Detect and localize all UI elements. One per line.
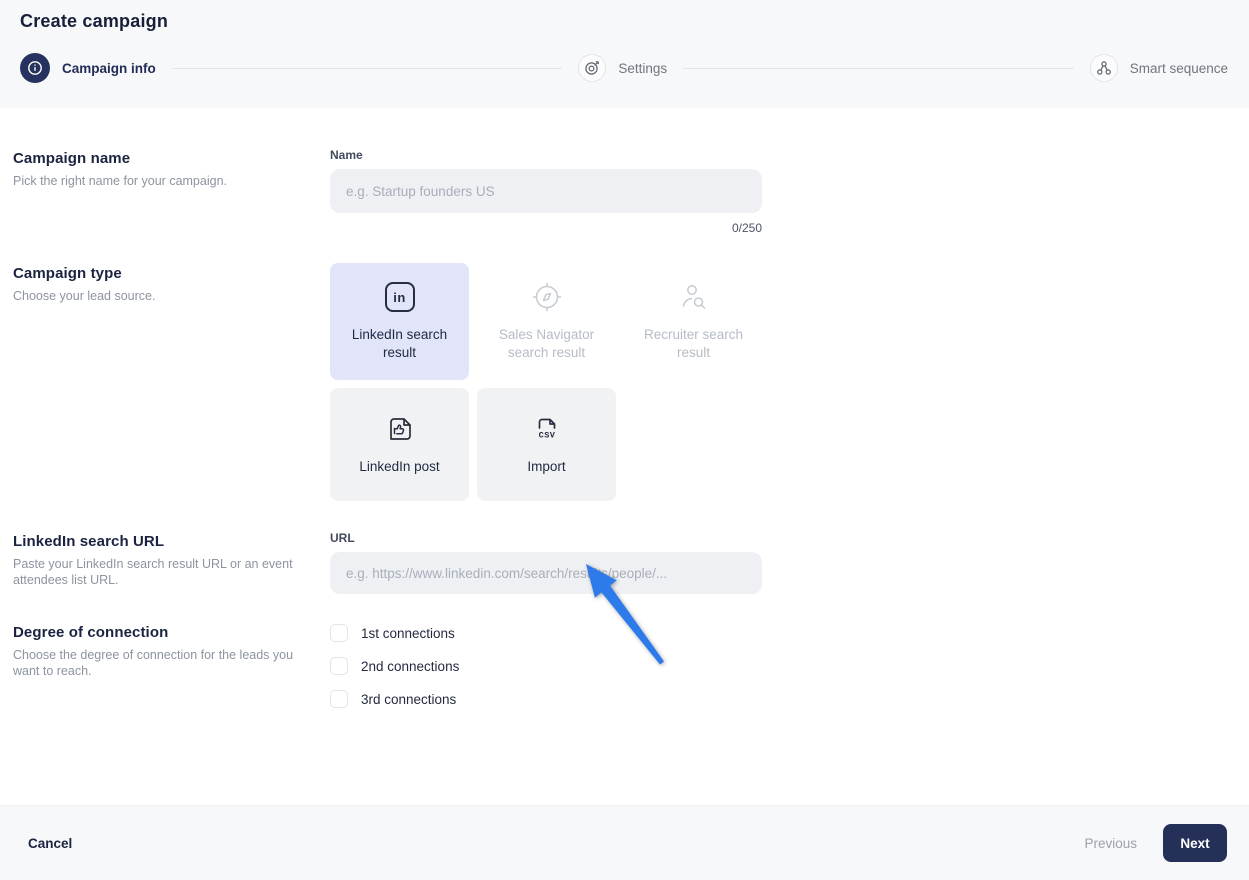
step-smart-sequence[interactable]: Smart sequence (1089, 54, 1228, 82)
card-import[interactable]: CSV Import (477, 388, 616, 501)
card-label: Sales Navigator search result (498, 327, 595, 360)
checkbox-3rd-connections[interactable] (330, 690, 348, 708)
target-icon (578, 54, 607, 82)
card-label: LinkedIn search result (351, 327, 448, 360)
csv-file-icon: CSV (530, 413, 564, 445)
checkbox-label: 2nd connections (361, 658, 460, 674)
char-counter: 0/250 (731, 221, 762, 235)
section-label-block: LinkedIn search URL Paste your LinkedIn … (13, 531, 330, 589)
checkbox-row-1st-connections: 1st connections (330, 624, 762, 642)
svg-text:CSV: CSV (538, 431, 555, 441)
previous-button[interactable]: Previous (1084, 836, 1137, 851)
compass-icon (531, 281, 563, 313)
step-campaign-info[interactable]: Campaign info (20, 53, 156, 83)
stepper-connector (171, 67, 563, 69)
linkedin-icon: in (384, 281, 415, 313)
campaign-type-cards: in LinkedIn search result Sales Navigato… (330, 263, 762, 501)
url-field-label: URL (330, 531, 355, 545)
campaign-name-input[interactable] (330, 169, 762, 213)
step-settings[interactable]: Settings (578, 54, 667, 82)
section-label-block: Campaign type Choose your lead source. (13, 263, 330, 304)
card-label: Recruiter search result (643, 327, 744, 360)
checkbox-1st-connections[interactable] (330, 624, 348, 642)
card-sales-navigator-search-result: Sales Navigator search result (477, 263, 616, 380)
checkbox-label: 1st connections (361, 625, 455, 641)
card-recruiter-search-result: Recruiter search result (624, 263, 763, 380)
step-label: Campaign info (62, 60, 156, 76)
section-description: Pick the right name for your campaign. (13, 174, 227, 188)
section-linkedin-search-url: LinkedIn search URL Paste your LinkedIn … (13, 531, 1227, 594)
section-description: Paste your LinkedIn search result URL or… (13, 557, 293, 588)
step-label: Smart sequence (1129, 60, 1228, 76)
section-description: Choose your lead source. (13, 289, 156, 303)
next-button[interactable]: Next (1163, 824, 1227, 862)
section-heading: LinkedIn search URL (13, 533, 165, 550)
info-icon (20, 53, 50, 83)
person-search-icon (678, 281, 710, 313)
card-label: Import (527, 459, 566, 475)
card-linkedin-search-result[interactable]: in LinkedIn search result (330, 263, 469, 380)
stepper-connector (683, 67, 1074, 69)
sequence-network-icon (1089, 54, 1118, 82)
section-label-block: Degree of connection Choose the degree o… (13, 622, 330, 680)
stepper: Campaign info Settings Smart sequence (20, 53, 1228, 83)
url-input[interactable] (330, 552, 762, 594)
section-label-block: Campaign name Pick the right name for yo… (13, 148, 330, 189)
page-title: Create campaign (20, 11, 169, 31)
campaign-form: Campaign name Pick the right name for yo… (0, 108, 1249, 805)
checkbox-row-2nd-connections: 2nd connections (330, 657, 762, 675)
header-band: Create campaign Campaign info Settings S… (0, 0, 1249, 108)
cancel-button[interactable]: Cancel (28, 836, 72, 851)
checkbox-row-3rd-connections: 3rd connections (330, 690, 762, 708)
post-thumbs-up-icon (383, 413, 417, 445)
section-campaign-type: Campaign type Choose your lead source. i… (13, 263, 1227, 501)
card-linkedin-post[interactable]: LinkedIn post (330, 388, 469, 501)
section-description: Choose the degree of connection for the … (13, 648, 294, 679)
checkbox-label: 3rd connections (361, 691, 457, 707)
name-field-label: Name (330, 148, 363, 162)
section-heading: Campaign name (13, 150, 131, 167)
section-degree-of-connection: Degree of connection Choose the degree o… (13, 622, 1227, 723)
step-label: Settings (618, 60, 668, 76)
section-campaign-name: Campaign name Pick the right name for yo… (13, 148, 1227, 235)
checkbox-2nd-connections[interactable] (330, 657, 348, 675)
card-label: LinkedIn post (359, 459, 440, 475)
footer-bar: Cancel Previous Next (0, 805, 1249, 880)
section-heading: Degree of connection (13, 624, 169, 641)
section-heading: Campaign type (13, 265, 122, 282)
